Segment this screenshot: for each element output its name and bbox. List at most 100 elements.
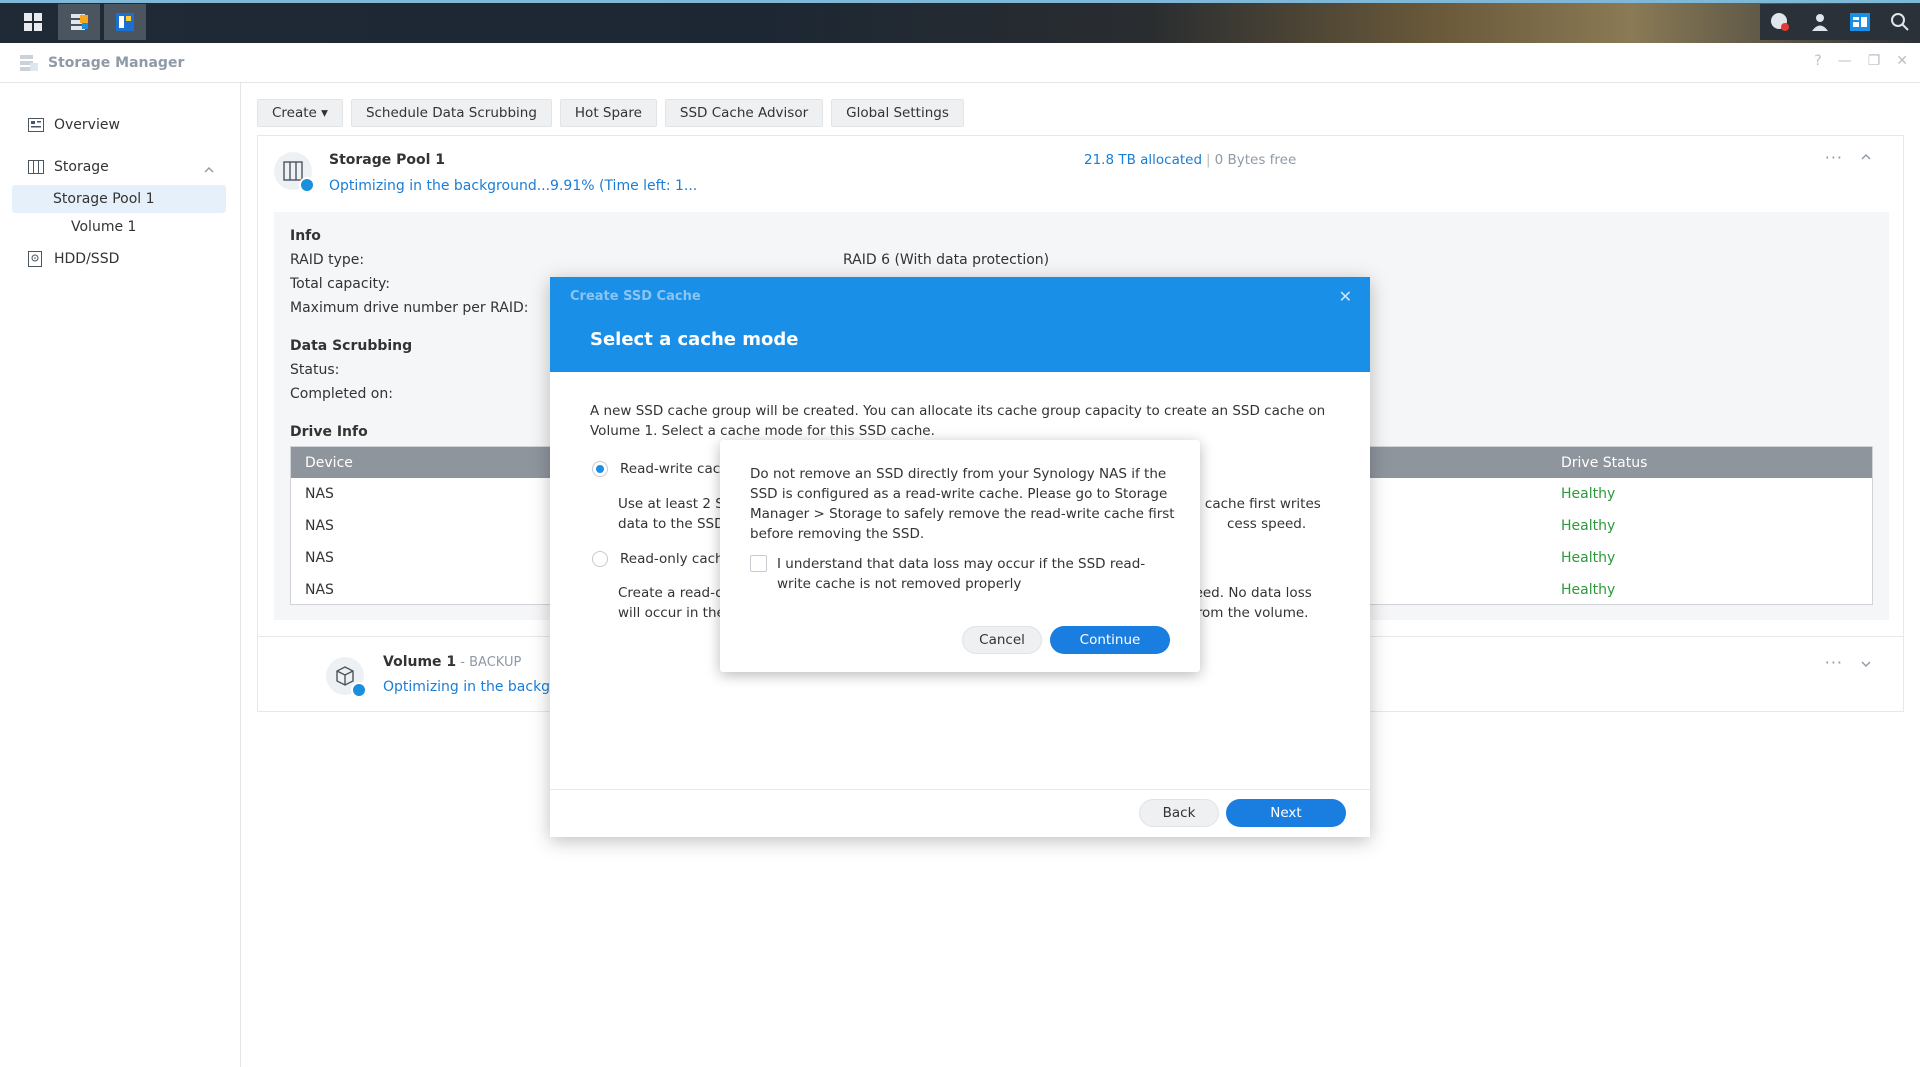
device-cell: NAS [305, 550, 334, 566]
next-button[interactable]: Next [1226, 799, 1346, 827]
data-scrubbing-title: Data Scrubbing [290, 338, 413, 354]
more-options-icon[interactable]: ··· [1825, 653, 1843, 672]
pool-name: Storage Pool 1 [329, 152, 446, 168]
control-panel-taskbar-icon[interactable] [104, 4, 146, 40]
read-only-desc-right: peed. No data loss from the volume. [1186, 583, 1312, 623]
sync-badge-icon [299, 177, 315, 193]
ssd-cache-advisor-button[interactable]: SSD Cache Advisor [664, 99, 824, 127]
dialog-title: Select a cache mode [590, 329, 799, 350]
restore-icon[interactable]: ❐ [1868, 53, 1881, 69]
scrub-status-label: Status: [290, 362, 340, 378]
dialog-footer-divider [550, 789, 1370, 790]
window-title: Storage Manager [48, 54, 185, 71]
storage-manager-app-icon [18, 52, 40, 74]
sidebar-item-storage-pool-1[interactable]: Storage Pool 1 [12, 185, 226, 213]
drive-info-title: Drive Info [290, 424, 368, 440]
read-write-warning-popup: Do not remove an SSD directly from your … [720, 440, 1200, 672]
sync-badge-icon [351, 682, 367, 698]
overview-icon [28, 117, 44, 133]
window-title-bar: Storage Manager ? — ❐ ✕ [0, 43, 1920, 83]
understand-checkbox[interactable] [750, 555, 767, 572]
continue-button[interactable]: Continue [1050, 626, 1170, 654]
cancel-button[interactable]: Cancel [962, 626, 1042, 654]
device-cell: NAS [305, 486, 334, 502]
sidebar-item-volume-1[interactable]: Volume 1 [0, 213, 240, 241]
help-icon[interactable]: ? [1814, 53, 1821, 69]
close-icon[interactable]: ✕ [1896, 53, 1908, 69]
storage-icon [28, 159, 44, 175]
free-text: 0 Bytes free [1214, 152, 1297, 168]
sidebar-item-label: Volume 1 [71, 219, 137, 235]
understand-checkbox-row[interactable]: I understand that data loss may occur if… [750, 554, 1170, 594]
sidebar-item-label: Storage Pool 1 [53, 191, 155, 207]
pool-status: Optimizing in the background...9.91% (Ti… [329, 178, 698, 194]
storage-manager-taskbar-icon[interactable] [58, 4, 100, 40]
read-only-cache-option[interactable]: Read-only cach [592, 551, 724, 567]
desc-line: Use at least 2 S [618, 496, 724, 512]
intro-line-2: Volume 1. Select a cache mode for this S… [590, 423, 935, 439]
sidebar-item-label: Overview [54, 117, 120, 133]
more-options-icon[interactable]: ··· [1825, 148, 1843, 167]
device-cell: NAS [305, 518, 334, 534]
raid-type-value: RAID 6 (With data protection) [843, 252, 1050, 268]
read-only-radio[interactable] [592, 551, 608, 567]
chevron-down-icon[interactable] [1861, 655, 1871, 671]
taskbar [0, 0, 1920, 43]
checkbox-label: I understand that data loss may occur if… [777, 556, 1146, 592]
volume-name: Volume 1 - BACKUP [383, 654, 521, 670]
sidebar: Overview Storage Storage Pool 1 Volume 1… [0, 83, 241, 1067]
global-settings-button[interactable]: Global Settings [831, 99, 964, 127]
volume-name-text: Volume 1 [383, 654, 457, 670]
create-button[interactable]: Create ▾ [257, 99, 343, 127]
sidebar-item-overview[interactable]: Overview [0, 107, 240, 143]
read-only-label: Read-only cach [620, 551, 724, 567]
column-header-drive-status[interactable]: Drive Status [1561, 455, 1647, 471]
read-write-desc-left: Use at least 2 S data to the SSD [618, 494, 725, 534]
chevron-up-icon[interactable] [204, 161, 214, 177]
column-header-device[interactable]: Device [305, 455, 353, 471]
device-cell: NAS [305, 582, 334, 598]
sidebar-item-storage[interactable]: Storage [0, 149, 240, 185]
read-write-desc-right: te cache first writes cess speed. [1187, 494, 1321, 534]
close-icon[interactable]: ✕ [1339, 287, 1352, 306]
notification-chat-icon[interactable] [1760, 4, 1800, 40]
chevron-up-icon[interactable] [1861, 148, 1871, 164]
read-write-label: Read-write cach [620, 461, 729, 477]
hot-spare-button[interactable]: Hot Spare [559, 99, 657, 127]
dialog-intro: A new SSD cache group will be created. Y… [590, 401, 1335, 441]
pool-allocation: 21.8 TB allocated | 0 Bytes free [1084, 152, 1296, 168]
hdd-icon [28, 251, 44, 267]
volume-cube-icon [326, 657, 367, 698]
desc-line: peed. No data loss [1186, 585, 1312, 601]
allocated-text: 21.8 TB allocated [1084, 152, 1203, 168]
sidebar-item-label: Storage [54, 159, 109, 175]
minimize-icon[interactable]: — [1838, 53, 1852, 69]
dialog-header: Create SSD Cache ✕ Select a cache mode [550, 277, 1370, 372]
sidebar-item-hdd-ssd[interactable]: HDD/SSD [0, 241, 240, 277]
schedule-data-scrubbing-button[interactable]: Schedule Data Scrubbing [350, 99, 552, 127]
separator: | [1206, 152, 1211, 168]
desc-line: will occur in the [618, 605, 725, 621]
read-write-radio[interactable] [592, 461, 608, 477]
raid-type-label: RAID type: [290, 252, 365, 268]
main-menu-icon[interactable] [12, 4, 54, 40]
completed-on-label: Completed on: [290, 386, 393, 402]
intro-line-1: A new SSD cache group will be created. Y… [590, 403, 1326, 419]
max-drive-label: Maximum drive number per RAID: [290, 300, 529, 316]
read-only-desc-left: Create a read-o will occur in the [618, 583, 725, 623]
desc-line: Create a read-o [618, 585, 724, 601]
back-button[interactable]: Back [1139, 799, 1219, 827]
status-cell: Healthy [1561, 582, 1616, 598]
warning-text: Do not remove an SSD directly from your … [750, 466, 1175, 542]
status-cell: Healthy [1561, 518, 1616, 534]
desc-line: data to the SSD [618, 516, 725, 532]
desc-line: cess speed. [1227, 516, 1307, 532]
sidebar-item-label: HDD/SSD [54, 251, 120, 267]
read-write-cache-option[interactable]: Read-write cach [592, 461, 729, 477]
search-icon[interactable] [1880, 4, 1920, 40]
user-icon[interactable] [1800, 4, 1840, 40]
dialog-window-title: Create SSD Cache [570, 289, 701, 304]
status-cell: Healthy [1561, 486, 1616, 502]
widgets-icon[interactable] [1840, 4, 1880, 40]
taskbar-accent-line [0, 0, 1920, 3]
